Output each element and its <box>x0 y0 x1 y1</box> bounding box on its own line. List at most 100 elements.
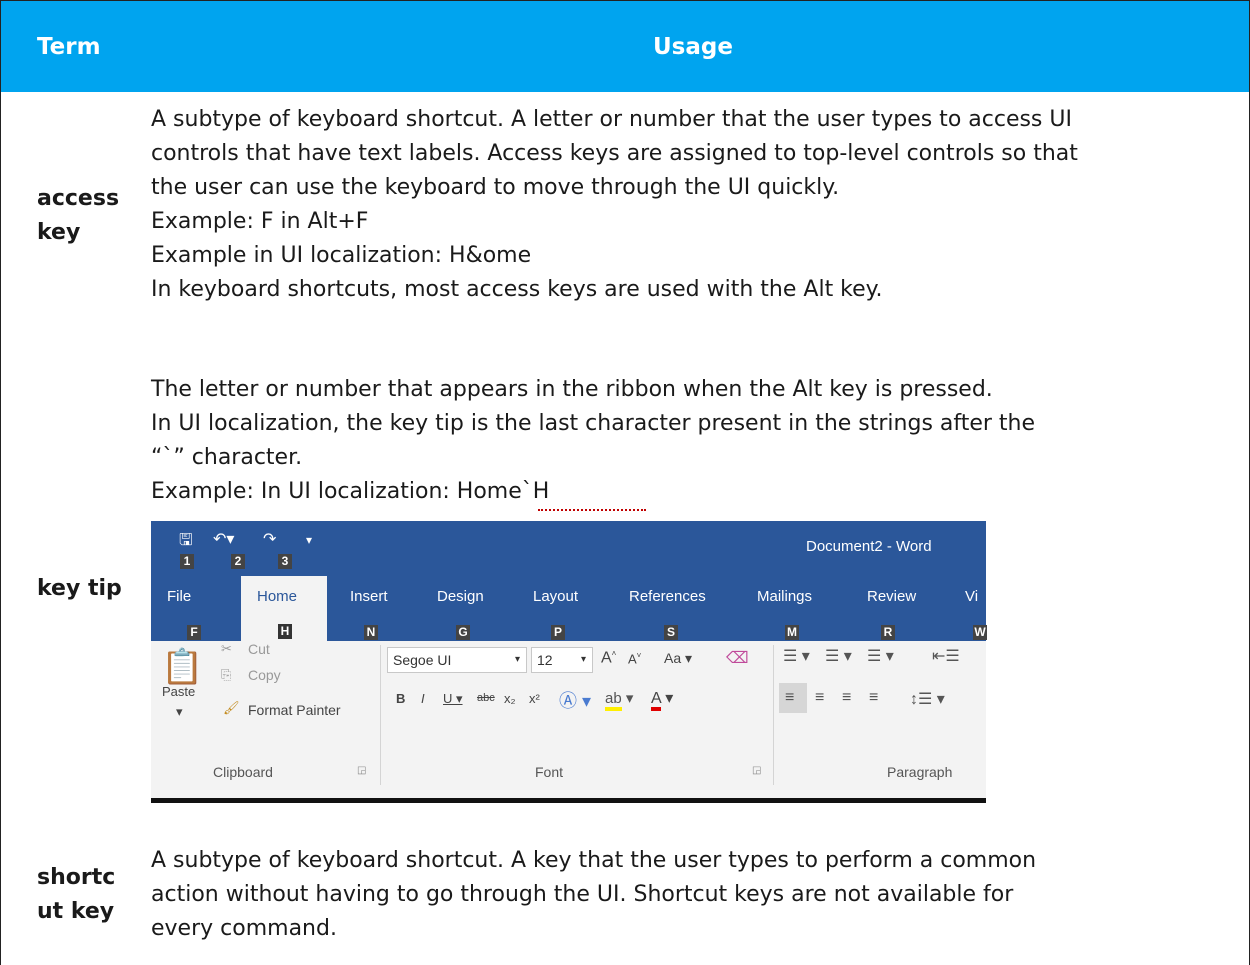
multilevel-list-icon[interactable]: ☰ ▾ <box>867 646 894 666</box>
dialog-launcher-icon[interactable]: ◲ <box>357 765 366 776</box>
paste-icon: 📋 <box>161 648 204 686</box>
dialog-launcher-icon[interactable]: ◲ <box>752 765 761 776</box>
undo-icon: ↶▾ <box>213 531 235 548</box>
italic-icon[interactable]: I <box>421 691 425 706</box>
align-right-icon[interactable]: ≡ <box>842 689 851 707</box>
keytip-badge: N <box>364 625 378 640</box>
cut-button[interactable]: Cut <box>248 641 270 657</box>
format-painter-button[interactable]: Format Painter <box>248 702 341 718</box>
header-term: Term <box>37 34 101 60</box>
keytip-badge: F <box>187 625 201 640</box>
usage-line: Example in UI localization: H&ome <box>151 243 532 268</box>
usage-line: action without having to go through the … <box>151 882 1014 907</box>
ribbon-screenshot: 🖫 ↶▾ ↷ ▾ 1 2 3 Document2 - Word Home Fil… <box>151 521 987 803</box>
usage-line: the user can use the keyboard to move th… <box>151 175 840 200</box>
usage-line: A subtype of keyboard shortcut. A key th… <box>151 848 1037 873</box>
usage-line: every command. <box>151 916 337 941</box>
keytip-badge: 2 <box>231 554 245 569</box>
keytip-badge: R <box>881 625 895 640</box>
group-label-paragraph: Paragraph <box>887 764 953 780</box>
term-line: access <box>37 186 120 211</box>
usage-line: “`” character. <box>151 445 303 470</box>
usage-line: Example: F in Alt+F <box>151 209 369 234</box>
font-color-icon[interactable]: A ▾ <box>651 688 673 711</box>
numbering-icon[interactable]: ☰ ▾ <box>825 646 852 666</box>
header-usage: Usage <box>653 34 733 60</box>
keytip-badge: 1 <box>180 554 194 569</box>
strikethrough-icon[interactable]: abc <box>477 692 495 704</box>
keytip-badge: S <box>664 625 678 640</box>
usage-key-tip: The letter or number that appears in the… <box>151 373 1241 509</box>
bullets-icon[interactable]: ☰ ▾ <box>783 646 810 666</box>
redo-icon: ↷ <box>263 531 277 548</box>
keytip-badge: M <box>785 625 799 640</box>
chevron-down-icon: ▾ <box>580 654 586 665</box>
tab-references[interactable]: References <box>629 588 706 605</box>
change-case-button[interactable]: Aa ▾ <box>664 650 692 667</box>
highlight-icon[interactable]: ab ▾ <box>605 689 633 711</box>
line-spacing-icon[interactable]: ↕☰ ▾ <box>910 689 945 709</box>
tab-review[interactable]: Review <box>867 588 916 605</box>
terminology-table: Term Usage access key A subtype of keybo… <box>0 0 1250 965</box>
grow-font-icon[interactable]: A˄ <box>601 649 616 667</box>
format-painter-icon: 🖌 <box>223 700 240 715</box>
tab-insert[interactable]: Insert <box>350 588 388 605</box>
table-header: Term Usage <box>1 1 1249 92</box>
subscript-icon[interactable]: x₂ <box>504 691 516 706</box>
term-access-key: access key <box>37 182 119 250</box>
group-separator <box>773 645 774 785</box>
keytip-badge: P <box>551 625 565 640</box>
chevron-down-icon: ▾ <box>176 704 183 719</box>
bold-icon[interactable]: B <box>396 691 405 706</box>
align-left-icon[interactable]: ≡ <box>785 689 794 707</box>
ribbon-body: 📋 Paste ▾ ✂ Cut ⎘ Copy 🖌 Format Painter … <box>151 641 986 798</box>
font-name-combo[interactable]: Segoe UI ▾ <box>387 647 527 673</box>
tab-design[interactable]: Design <box>437 588 484 605</box>
cut-icon: ✂ <box>221 641 232 656</box>
keytip-badge: H <box>278 624 292 639</box>
usage-line: In UI localization, the key tip is the l… <box>151 411 1036 436</box>
usage-line: Example: In UI localization: Home`H <box>151 479 550 504</box>
paste-button[interactable]: Paste <box>162 684 195 699</box>
ribbon-bottom-border <box>151 798 986 803</box>
clear-formatting-icon[interactable]: ⌫ <box>726 648 749 668</box>
keytip-badge: W <box>973 625 987 640</box>
tab-file[interactable]: File <box>167 588 191 605</box>
customize-icon: ▾ <box>306 533 313 547</box>
window-title: Document2 - Word <box>806 538 932 555</box>
keytip-badge: G <box>456 625 470 640</box>
chevron-down-icon: ▾ <box>514 654 520 665</box>
copy-icon: ⎘ <box>221 667 232 682</box>
spellcheck-underline <box>538 506 646 511</box>
term-key-tip: key tip <box>37 572 122 606</box>
group-separator <box>380 645 381 785</box>
tab-layout[interactable]: Layout <box>533 588 578 605</box>
ribbon-title-bar: 🖫 ↶▾ ↷ ▾ 1 2 3 Document2 - Word Home Fil… <box>151 521 987 641</box>
usage-line: A subtype of keyboard shortcut. A letter… <box>151 107 1072 132</box>
shrink-font-icon[interactable]: A˅ <box>628 651 641 666</box>
usage-shortcut-key: A subtype of keyboard shortcut. A key th… <box>151 844 1241 946</box>
term-shortcut-key: shortc ut key <box>37 861 115 929</box>
justify-icon[interactable]: ≡ <box>869 689 878 707</box>
text-effects-icon[interactable]: Ⓐ ▾ <box>559 687 591 713</box>
keytip-badge: 3 <box>278 554 292 569</box>
group-label-font: Font <box>535 764 564 780</box>
change-case-label: Aa <box>664 650 682 666</box>
align-center-icon[interactable]: ≡ <box>815 689 824 707</box>
group-label-clipboard: Clipboard <box>213 764 273 780</box>
save-icon: 🖫 <box>179 532 193 549</box>
underline-icon[interactable]: U ▾ <box>443 691 463 707</box>
usage-line: The letter or number that appears in the… <box>151 377 993 402</box>
term-line: key tip <box>37 576 122 601</box>
decrease-indent-icon[interactable]: ⇤☰ <box>932 646 960 666</box>
term-line: key <box>37 220 81 245</box>
term-line: shortc <box>37 865 116 890</box>
copy-button[interactable]: Copy <box>248 667 281 683</box>
font-size-combo[interactable]: 12 ▾ <box>531 647 593 673</box>
usage-access-key: A subtype of keyboard shortcut. A letter… <box>151 103 1241 307</box>
tab-view[interactable]: Vi <box>965 588 978 605</box>
tab-label: Home <box>257 588 298 605</box>
tab-mailings[interactable]: Mailings <box>757 588 812 605</box>
usage-line: controls that have text labels. Access k… <box>151 141 1078 166</box>
superscript-icon[interactable]: x² <box>529 691 540 706</box>
